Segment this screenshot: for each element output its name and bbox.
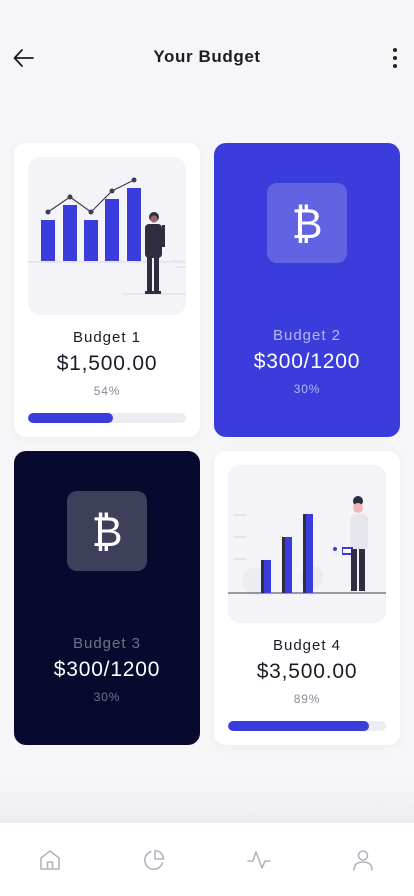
bitcoin-icon: ₿ bbox=[67, 491, 147, 571]
home-icon bbox=[40, 850, 60, 870]
budget-percent: 89% bbox=[293, 692, 321, 706]
budget-card-3[interactable]: ₿ Budget 3 $300/1200 30% bbox=[14, 451, 200, 745]
budget-percent: 54% bbox=[93, 384, 121, 398]
budget-name: Budget 1 bbox=[72, 329, 142, 346]
more-vertical-icon-dot bbox=[393, 64, 397, 68]
budget-card-2[interactable]: ₿ Budget 2 $300/1200 30% bbox=[214, 143, 400, 437]
budget-progress-fill bbox=[28, 413, 114, 423]
bottom-fade bbox=[0, 780, 414, 822]
tab-reports[interactable] bbox=[141, 847, 167, 873]
budget-name: Budget 4 bbox=[272, 637, 342, 654]
tab-home[interactable] bbox=[37, 847, 63, 873]
budget-percent: 30% bbox=[93, 690, 121, 704]
budget-percent: 30% bbox=[293, 382, 321, 396]
bar-chart-woman-illustration bbox=[228, 465, 386, 623]
pie-chart-icon bbox=[144, 849, 165, 870]
budget-name: Budget 3 bbox=[72, 635, 142, 652]
budget-progress-bar bbox=[28, 413, 186, 423]
bottom-tab-bar bbox=[0, 822, 414, 896]
budget-card-1[interactable]: Budget 1 $1,500.00 54% bbox=[14, 143, 200, 437]
app-header: Your Budget bbox=[0, 0, 414, 116]
budget-amount: $1,500.00 bbox=[56, 352, 158, 375]
budget-progress-bar bbox=[228, 721, 386, 731]
budget-amount: $3,500.00 bbox=[256, 660, 358, 683]
profile-icon bbox=[353, 850, 373, 871]
budget-amount: $300/1200 bbox=[53, 658, 161, 681]
growth-chart-illustration bbox=[28, 157, 186, 315]
more-vertical-icon bbox=[393, 48, 397, 52]
budget-card-4[interactable]: Budget 4 $3,500.00 89% bbox=[214, 451, 400, 745]
page-title: Your Budget bbox=[153, 47, 261, 66]
more-vertical-icon-dot bbox=[393, 56, 397, 60]
budget-progress-fill bbox=[228, 721, 369, 731]
activity-icon bbox=[247, 851, 271, 869]
budget-name: Budget 2 bbox=[272, 327, 342, 344]
budget-amount: $300/1200 bbox=[253, 350, 361, 373]
more-options-button[interactable] bbox=[382, 44, 408, 72]
tab-profile[interactable] bbox=[350, 847, 376, 873]
bitcoin-icon: ₿ bbox=[267, 183, 347, 263]
tab-activity[interactable] bbox=[246, 847, 272, 873]
